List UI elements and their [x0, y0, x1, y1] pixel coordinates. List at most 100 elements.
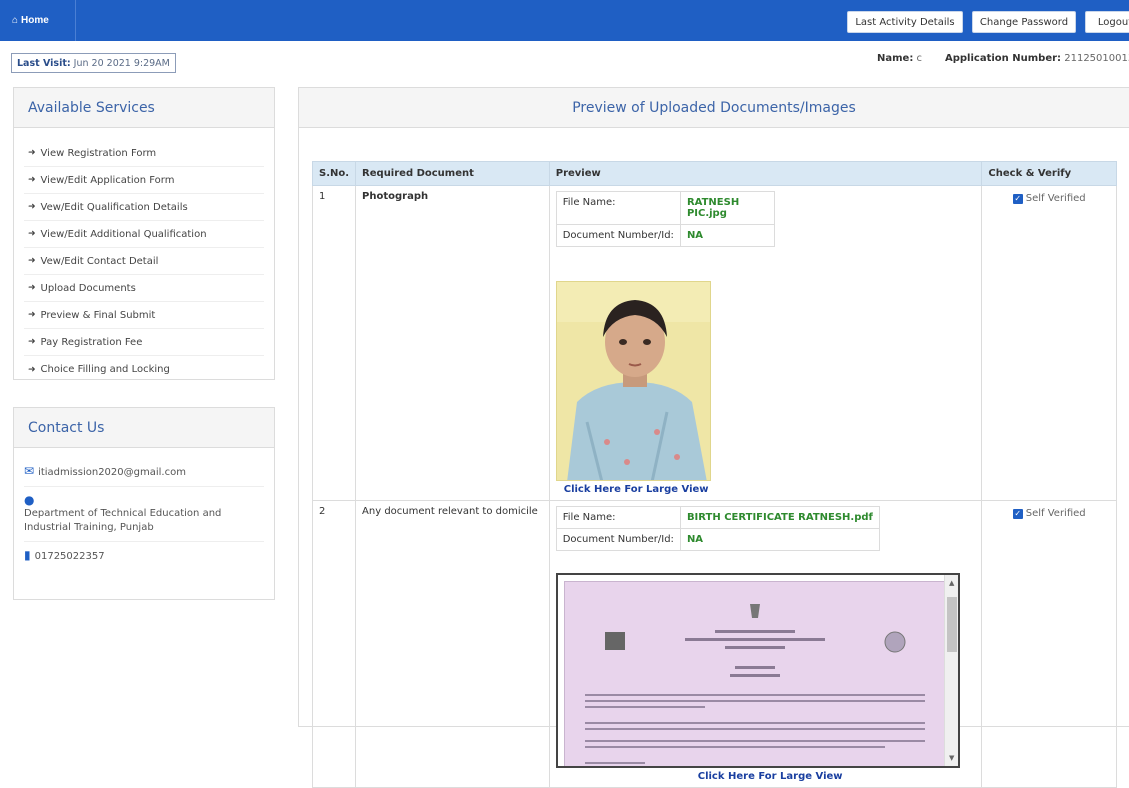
- app-number-label: Application Number:: [945, 53, 1062, 64]
- self-verified[interactable]: ✓ Self Verified: [988, 508, 1110, 519]
- contact-address-row: ● Department of Technical Education and …: [24, 487, 264, 542]
- arrow-right-icon: ➜: [28, 229, 36, 239]
- file-name-label: File Name:: [555, 191, 681, 225]
- service-label: Preview & Final Submit: [40, 309, 156, 321]
- user-name: Name: c: [877, 53, 922, 64]
- change-password-button[interactable]: Change Password: [972, 11, 1076, 33]
- service-label: Vew/Edit Contact Detail: [40, 255, 159, 267]
- service-label: View Registration Form: [40, 147, 157, 159]
- services-panel: Available Services ➜ View Registration Fo…: [13, 87, 275, 380]
- contact-phone: 01725022357: [34, 551, 105, 562]
- service-label: Choice Filling and Locking: [40, 364, 170, 375]
- documents-table: S.No. Required Document Preview Check & …: [311, 161, 1117, 788]
- preview-title: Preview of Uploaded Documents/Images: [299, 88, 1129, 128]
- service-item-edit-qualification[interactable]: ➜ Vew/Edit Qualification Details: [24, 194, 264, 221]
- home-icon: ⌂: [12, 15, 19, 26]
- row-document: Photograph: [355, 185, 550, 501]
- col-document-header: Required Document: [355, 161, 550, 186]
- doc-number-value: NA: [679, 528, 880, 551]
- service-item-edit-application[interactable]: ➜ View/Edit Application Form: [24, 167, 264, 194]
- last-visit-label: Last Visit:: [17, 57, 71, 69]
- table-row: 1 Photograph File Name: RATNESH PIC.jpg …: [311, 185, 1117, 501]
- service-item-final-submit[interactable]: ➜ Preview & Final Submit: [24, 302, 264, 329]
- service-label: Upload Documents: [40, 282, 136, 294]
- service-item-choice-filling[interactable]: ➜ Choice Filling and Locking: [24, 356, 264, 383]
- service-item-upload-documents[interactable]: ➜ Upload Documents: [24, 275, 264, 302]
- arrow-right-icon: ➜: [28, 283, 36, 293]
- contact-panel: Contact Us ✉ itiadmission2020@gmail.com ●…: [13, 407, 275, 600]
- row-preview: File Name: RATNESH PIC.jpg Document Numb…: [548, 185, 983, 501]
- services-title: Available Services: [14, 88, 274, 128]
- checkbox-checked-icon[interactable]: ✓: [1012, 193, 1023, 204]
- contact-address: Department of Technical Education and In…: [24, 508, 222, 533]
- file-info-table: File Name: RATNESH PIC.jpg Document Numb…: [555, 191, 775, 247]
- service-item-view-registration[interactable]: ➜ View Registration Form: [24, 140, 264, 167]
- top-navbar: ⌂ Home Last Activity Details Change Pass…: [0, 0, 1129, 41]
- large-view-link[interactable]: Click Here For Large View: [564, 484, 976, 495]
- last-visit-value: Jun 20 2021 9:29AM: [73, 57, 170, 69]
- contact-email-row: ✉ itiadmission2020@gmail.com: [24, 458, 264, 487]
- table-header-row: S.No. Required Document Preview Check & …: [311, 161, 1117, 186]
- scroll-up-icon[interactable]: ▲: [945, 577, 958, 589]
- file-name-value: BIRTH CERTIFICATE RATNESH.pdf: [679, 506, 880, 529]
- name-label: Name:: [877, 53, 914, 64]
- table-row: 2 Any document relevant to domicile File…: [311, 500, 1117, 788]
- row-document: Any document relevant to domicile: [355, 500, 550, 788]
- pdf-scrollbar[interactable]: ▲ ▼: [943, 575, 958, 766]
- service-label: View/Edit Additional Qualification: [40, 228, 207, 240]
- arrow-right-icon: ➜: [28, 310, 36, 320]
- self-verified[interactable]: ✓ Self Verified: [988, 193, 1110, 204]
- logout-button[interactable]: Logout: [1085, 11, 1129, 33]
- row-preview: File Name: BIRTH CERTIFICATE RATNESH.pdf…: [548, 500, 983, 788]
- contact-email[interactable]: itiadmission2020@gmail.com: [38, 467, 186, 478]
- mobile-icon: ▮: [24, 548, 31, 562]
- file-info-table: File Name: BIRTH CERTIFICATE RATNESH.pdf…: [555, 506, 880, 551]
- services-list: ➜ View Registration Form ➜ View/Edit Appli…: [14, 128, 274, 383]
- pdf-preview-frame[interactable]: ▲ ▼: [555, 573, 960, 768]
- arrow-right-icon: ➜: [28, 148, 36, 158]
- contact-title: Contact Us: [14, 408, 274, 448]
- self-verified-label: Self Verified: [1025, 193, 1086, 204]
- col-preview-header: Preview: [548, 161, 983, 186]
- service-label: View/Edit Application Form: [40, 174, 175, 186]
- scroll-thumb[interactable]: [946, 597, 957, 652]
- contact-phone-row: ▮ 01725022357: [24, 542, 264, 570]
- preview-panel: Preview of Uploaded Documents/Images S.N…: [298, 87, 1129, 788]
- col-sno-header: S.No.: [311, 161, 357, 186]
- row-verify: ✓ Self Verified: [981, 500, 1117, 788]
- self-verified-label: Self Verified: [1025, 508, 1086, 519]
- arrow-right-icon: ➜: [28, 256, 36, 266]
- service-item-additional-qualification[interactable]: ➜ View/Edit Additional Qualification: [24, 221, 264, 248]
- col-verify-header: Check & Verify: [981, 161, 1117, 186]
- service-label: Vew/Edit Qualification Details: [40, 201, 188, 213]
- file-name-label: File Name:: [555, 506, 681, 529]
- app-number-value: 21125010013: [1064, 53, 1129, 64]
- checkbox-checked-icon[interactable]: ✓: [1012, 508, 1023, 519]
- file-name-value: RATNESH PIC.jpg: [679, 191, 775, 225]
- uploaded-photo[interactable]: [555, 281, 711, 481]
- map-marker-icon: ●: [24, 493, 35, 507]
- doc-number-value: NA: [679, 224, 775, 247]
- doc-number-label: Document Number/Id:: [555, 528, 681, 551]
- scroll-down-icon[interactable]: ▼: [945, 752, 958, 764]
- row-sno: 1: [311, 185, 357, 501]
- home-label: Home: [21, 15, 49, 26]
- service-item-contact-detail[interactable]: ➜ Vew/Edit Contact Detail: [24, 248, 264, 275]
- arrow-right-icon: ➜: [28, 364, 36, 375]
- photo-image: [556, 282, 710, 480]
- arrow-right-icon: ➜: [28, 202, 36, 212]
- doc-number-label: Document Number/Id:: [555, 224, 681, 247]
- row-verify: ✓ Self Verified: [981, 185, 1117, 501]
- home-link[interactable]: ⌂ Home: [8, 0, 76, 41]
- large-view-link[interactable]: Click Here For Large View: [698, 771, 976, 782]
- service-label: Pay Registration Fee: [40, 336, 143, 348]
- service-item-pay-fee[interactable]: ➜ Pay Registration Fee: [24, 329, 264, 356]
- envelope-icon: ✉: [24, 464, 35, 478]
- last-activity-button[interactable]: Last Activity Details: [847, 11, 963, 33]
- certificate-image: [564, 582, 945, 766]
- last-visit-badge: Last Visit: Jun 20 2021 9:29AM: [11, 53, 176, 73]
- arrow-right-icon: ➜: [28, 175, 36, 185]
- pdf-page: [563, 581, 945, 766]
- arrow-right-icon: ➜: [28, 337, 36, 347]
- application-number: Application Number: 21125010013: [945, 53, 1129, 64]
